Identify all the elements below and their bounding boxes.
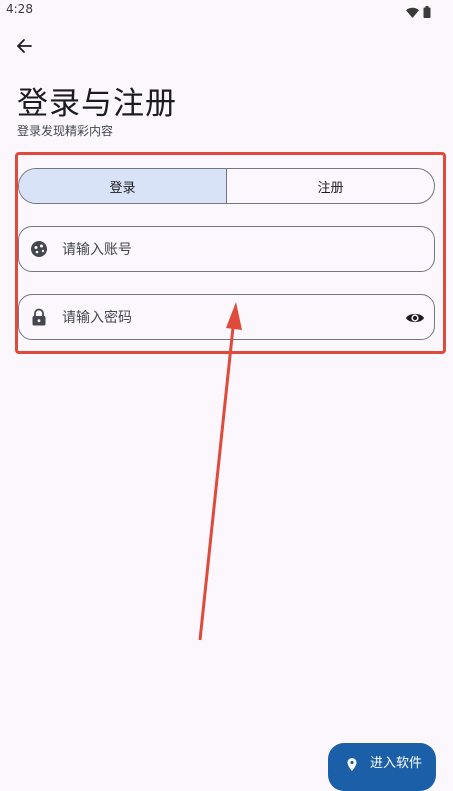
page-title: 登录与注册 (17, 86, 177, 122)
login-register-tabs: 登录 注册 (18, 168, 435, 204)
password-field[interactable]: 请输入密码 (18, 294, 435, 340)
status-bar: 4:28 (0, 0, 453, 20)
status-icons (406, 3, 431, 22)
battery-icon (423, 3, 431, 22)
lock-icon (29, 307, 49, 327)
wifi-icon (406, 3, 419, 22)
arrow-left-icon (16, 38, 32, 58)
enter-app-label: 进入软件 (370, 756, 423, 771)
back-button[interactable] (12, 36, 36, 60)
pin-icon (346, 757, 358, 771)
status-time: 4:28 (6, 2, 33, 16)
page-subtitle: 登录发现精彩内容 (17, 124, 114, 138)
account-field[interactable]: 请输入账号 (18, 226, 435, 272)
eye-icon[interactable] (404, 308, 426, 328)
tab-login[interactable]: 登录 (19, 169, 227, 203)
tab-register[interactable]: 注册 (227, 169, 434, 203)
password-placeholder: 请输入密码 (62, 310, 132, 326)
account-placeholder: 请输入账号 (62, 242, 132, 258)
enter-app-button[interactable]: 进入软件 (328, 743, 436, 791)
face-icon (29, 239, 49, 259)
